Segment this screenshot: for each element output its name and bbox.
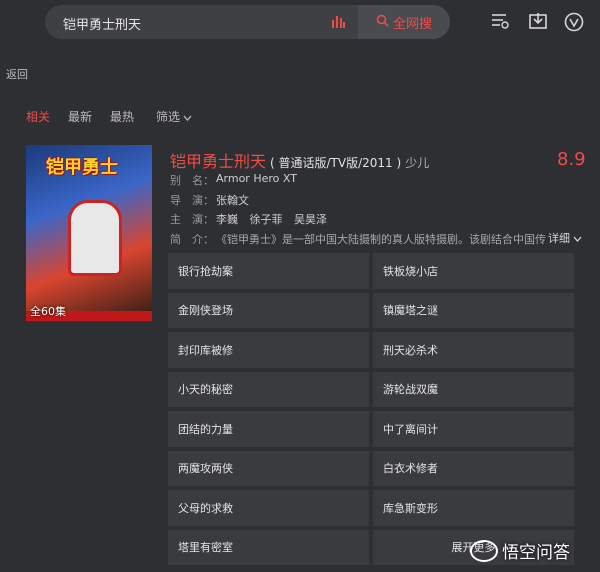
intro-key: 简 介： <box>170 233 214 246</box>
alias-row: 别 名： Armor Hero XT <box>170 172 297 188</box>
cast-member[interactable]: 李巍 <box>216 213 238 226</box>
episode-item[interactable]: 库急斯变形 <box>373 490 574 526</box>
rating-score: 8.9 <box>557 149 586 170</box>
back-link[interactable]: 返回 <box>6 66 28 82</box>
poster-logo-text: 铠甲勇士 <box>46 157 118 178</box>
search-icon <box>376 14 389 31</box>
director-value[interactable]: 张翰文 <box>216 192 249 208</box>
episode-item[interactable]: 中了离间计 <box>373 411 574 447</box>
watermark: 悟空问答 <box>470 538 570 563</box>
category-tag: 少儿 <box>405 156 430 170</box>
search-all-button[interactable]: 全网搜 <box>358 5 450 39</box>
alias-key: 别 名： <box>170 174 214 187</box>
search-input[interactable]: 铠甲勇士刑天 <box>63 14 141 33</box>
episode-item[interactable]: 银行抢劫案 <box>168 253 369 289</box>
episode-item[interactable]: 铁板烧小店 <box>373 253 574 289</box>
chevron-down-icon <box>183 110 192 124</box>
episode-item[interactable]: 封印库被修 <box>168 332 369 368</box>
filter-label: 筛选 <box>156 110 181 124</box>
result-version-info: ( 普通话版/TV版/2011 ) <box>270 156 402 170</box>
episode-item[interactable]: 小天的秘密 <box>168 371 369 407</box>
episode-grid: 银行抢劫案 铁板烧小店 金刚侠登场 镇魔塔之谜 封印库被修 刑天必杀术 小天的秘… <box>168 253 574 565</box>
wukong-logo-icon <box>470 539 498 562</box>
cast-values: 李巍 徐子菲 吴昊泽 <box>216 211 335 227</box>
episode-item[interactable]: 两魔攻两侠 <box>168 450 369 486</box>
episode-item[interactable]: 塔里有密室 <box>168 529 369 565</box>
cast-row: 主 演： 李巍 徐子菲 吴昊泽 <box>170 211 335 227</box>
search-all-label: 全网搜 <box>392 16 432 32</box>
tab-latest[interactable]: 最新 <box>68 108 92 125</box>
cast-member[interactable]: 吴昊泽 <box>294 213 327 226</box>
episode-item[interactable]: 团结的力量 <box>168 411 369 447</box>
watermark-text: 悟空问答 <box>502 543 570 563</box>
episode-item[interactable]: 镇魔塔之谜 <box>373 292 574 328</box>
intro-text: 《铠甲勇士》是一部中国大陆摄制的真人版特摄剧。该剧结合中国传 <box>216 233 546 246</box>
cast-member[interactable]: 徐子菲 <box>250 213 283 226</box>
detail-label: 详细 <box>548 232 570 245</box>
result-title[interactable]: 铠甲勇士刑天 <box>170 148 266 172</box>
detail-button[interactable]: 详细 <box>548 230 582 246</box>
director-row: 导 演： 张翰文 <box>170 192 249 208</box>
vip-circle-icon[interactable] <box>564 12 584 35</box>
tab-relevant[interactable]: 相关 <box>26 108 50 125</box>
cast-key: 主 演： <box>170 213 214 226</box>
tab-hottest[interactable]: 最热 <box>110 108 134 125</box>
search-bar[interactable]: 铠甲勇士刑天 全网搜 <box>45 5 450 39</box>
episode-item[interactable]: 刑天必杀术 <box>373 332 574 368</box>
playlist-icon[interactable] <box>490 12 510 33</box>
episode-count: 全60集 <box>30 305 66 318</box>
episode-item[interactable]: 游轮战双魔 <box>373 371 574 407</box>
download-icon[interactable] <box>528 12 548 33</box>
director-key: 导 演： <box>170 194 214 207</box>
equalizer-icon[interactable] <box>331 14 345 31</box>
intro-row: 简 介： 《铠甲勇士》是一部中国大陆摄制的真人版特摄剧。该剧结合中国传 <box>170 231 546 247</box>
filter-tabs: 相关 最新 最热 筛选 <box>26 108 210 125</box>
result-title-line: 铠甲勇士刑天 ( 普通话版/TV版/2011 ) 少儿 <box>170 148 429 172</box>
alias-value: Armor Hero XT <box>216 172 297 185</box>
episode-item[interactable]: 金刚侠登场 <box>168 292 369 328</box>
poster-image[interactable]: 铠甲勇士 全60集 <box>26 145 152 321</box>
filter-dropdown[interactable]: 筛选 <box>156 108 192 125</box>
chevron-down-icon <box>573 232 582 245</box>
episode-item[interactable]: 父母的求救 <box>168 490 369 526</box>
poster-hero-figure <box>68 200 122 276</box>
episode-item[interactable]: 白衣术修者 <box>373 450 574 486</box>
